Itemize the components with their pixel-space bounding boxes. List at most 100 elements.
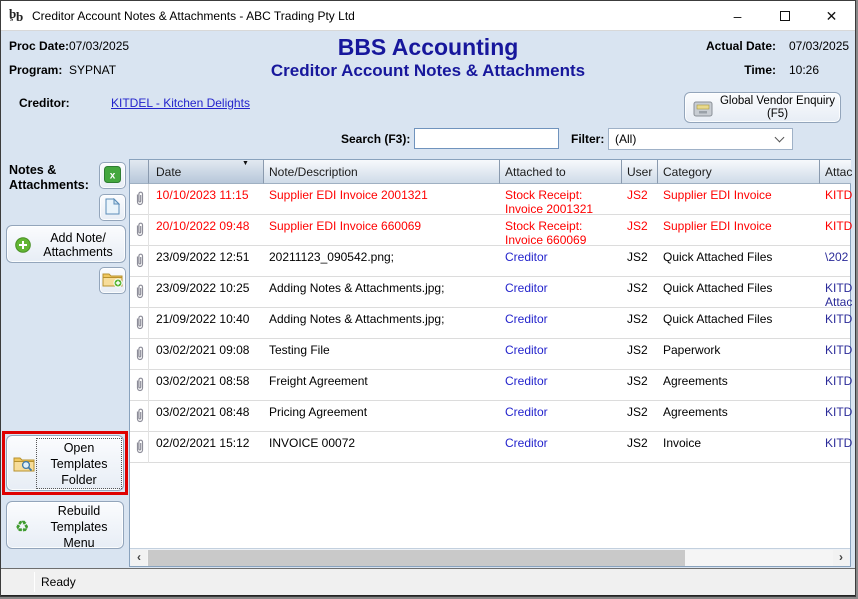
filter-dropdown[interactable]: (All) <box>608 128 793 150</box>
cell-attachment-path: KITD <box>820 370 852 401</box>
table-row[interactable]: 03/02/2021 09:08 Testing File Creditor J… <box>130 339 850 370</box>
cell-date: 20/10/2022 09:48 <box>149 215 264 246</box>
filter-label: Filter: <box>571 132 604 146</box>
column-header-user[interactable]: User <box>622 160 658 184</box>
cell-user: JS2 <box>622 432 658 463</box>
column-header-date[interactable]: Date▼ <box>149 160 264 184</box>
cell-category: Quick Attached Files <box>658 308 820 339</box>
cell-attachment-path: KITDAttac <box>820 277 852 308</box>
attach-folder-button[interactable] <box>99 267 126 294</box>
cell-note-description: Adding Notes & Attachments.jpg; <box>264 308 500 339</box>
close-icon: ✕ <box>826 8 838 25</box>
cell-category: Supplier EDI Invoice <box>658 215 820 246</box>
cell-category: Agreements <box>658 401 820 432</box>
cell-user: JS2 <box>622 246 658 277</box>
scroll-right-icon[interactable]: › <box>833 550 849 566</box>
table-body: 10/10/2023 11:15 Supplier EDI Invoice 20… <box>130 184 850 463</box>
cell-attached-to[interactable]: Creditor <box>500 339 622 370</box>
notes-table-panel: Date▼ Note/Description Attached to User … <box>129 159 851 567</box>
creditor-link[interactable]: KITDEL - Kitchen Delights <box>111 96 250 110</box>
add-note-label-line2: Attachments <box>43 245 112 259</box>
column-header-attachment-path[interactable]: Attac <box>820 160 851 184</box>
scrollbar-thumb[interactable] <box>148 550 685 566</box>
cell-note-description: Supplier EDI Invoice 2001321 <box>264 184 500 215</box>
cell-category: Agreements <box>658 370 820 401</box>
cell-user: JS2 <box>622 277 658 308</box>
add-note-label-line1: Add Note/ <box>50 231 106 245</box>
table-header-row: Date▼ Note/Description Attached to User … <box>130 160 850 184</box>
minimize-button[interactable]: – <box>714 1 761 31</box>
new-document-button[interactable] <box>99 194 126 221</box>
folder-search-icon <box>13 455 35 476</box>
cell-attached-to[interactable]: Creditor <box>500 401 622 432</box>
actual-date-value: 07/03/2025 <box>789 39 849 53</box>
cell-date: 23/09/2022 10:25 <box>149 277 264 308</box>
plus-circle-icon <box>15 237 31 256</box>
cell-note-description: 20211123_090542.png; <box>264 246 500 277</box>
cell-attached-to[interactable]: Stock Receipt:Invoice 660069 <box>500 215 622 246</box>
open-templates-folder-button[interactable]: Open Templates Folder <box>6 435 124 491</box>
table-row[interactable]: 02/02/2021 15:12 INVOICE 00072 Creditor … <box>130 432 850 463</box>
column-header-attached-to[interactable]: Attached to <box>500 160 622 184</box>
bbs-app-icon: bbs <box>9 6 27 25</box>
open-templates-folder-label: Open Templates Folder <box>37 439 121 488</box>
paperclip-icon <box>130 184 149 215</box>
screen-edge-sliver <box>1 595 855 597</box>
global-vendor-label: Global Vendor Enquiry <box>720 95 835 107</box>
cell-category: Supplier EDI Invoice <box>658 184 820 215</box>
table-row[interactable]: 20/10/2022 09:48 Supplier EDI Invoice 66… <box>130 215 850 246</box>
actual-date-label: Actual Date: <box>691 39 776 53</box>
cell-date: 02/02/2021 15:12 <box>149 432 264 463</box>
cell-attachment-path: KITD <box>820 308 852 339</box>
paperclip-icon <box>130 432 149 463</box>
column-header-category[interactable]: Category <box>658 160 820 184</box>
cell-user: JS2 <box>622 370 658 401</box>
cell-attached-to[interactable]: Creditor <box>500 432 622 463</box>
table-row[interactable]: 03/02/2021 08:58 Freight Agreement Credi… <box>130 370 850 401</box>
cell-user: JS2 <box>622 401 658 432</box>
cell-attachment-path: KITD <box>820 215 852 246</box>
cell-attached-to[interactable]: Creditor <box>500 246 622 277</box>
table-row[interactable]: 03/02/2021 08:48 Pricing Agreement Credi… <box>130 401 850 432</box>
cell-date: 21/09/2022 10:40 <box>149 308 264 339</box>
cell-attached-to[interactable]: Creditor <box>500 277 622 308</box>
folder-plus-icon <box>102 271 123 291</box>
global-vendor-key: (F5) <box>767 108 788 120</box>
minimize-icon: – <box>734 8 742 24</box>
card-file-icon <box>693 101 713 120</box>
export-excel-button[interactable]: x <box>99 162 126 189</box>
cell-attached-to[interactable]: Creditor <box>500 370 622 401</box>
paperclip-icon <box>130 246 149 277</box>
column-header-attachment[interactable] <box>130 160 149 184</box>
status-bar: Ready <box>1 568 855 595</box>
rebuild-templates-menu-button[interactable]: ♻ Rebuild Templates Menu <box>6 501 124 549</box>
global-vendor-enquiry-button[interactable]: Global Vendor Enquiry (F5) <box>684 92 841 123</box>
cell-category: Invoice <box>658 432 820 463</box>
svg-text:x: x <box>110 170 116 181</box>
table-row[interactable]: 23/09/2022 10:25 Adding Notes & Attachme… <box>130 277 850 308</box>
table-row[interactable]: 10/10/2023 11:15 Supplier EDI Invoice 20… <box>130 184 850 215</box>
cell-attachment-path: KITD <box>820 184 852 215</box>
scroll-left-icon[interactable]: ‹ <box>131 550 147 566</box>
cell-attachment-path: KITD <box>820 401 852 432</box>
cell-note-description: Freight Agreement <box>264 370 500 401</box>
cell-attached-to[interactable]: Creditor <box>500 308 622 339</box>
cell-attached-to[interactable]: Stock Receipt:Invoice 2001321 <box>500 184 622 215</box>
chevron-down-icon <box>775 133 785 143</box>
add-note-attachments-button[interactable]: Add Note/ Attachments <box>6 225 126 263</box>
close-button[interactable]: ✕ <box>808 1 855 31</box>
search-input[interactable] <box>414 128 559 149</box>
search-label: Search (F3): <box>341 132 410 146</box>
table-row[interactable]: 23/09/2022 12:51 20211123_090542.png; Cr… <box>130 246 850 277</box>
cell-attachment-path: KITD <box>820 432 852 463</box>
horizontal-scrollbar[interactable]: ‹ › <box>130 548 850 566</box>
status-text: Ready <box>41 575 76 589</box>
cell-date: 03/02/2021 08:58 <box>149 370 264 401</box>
cell-note-description: Testing File <box>264 339 500 370</box>
column-header-note-description[interactable]: Note/Description <box>264 160 500 184</box>
table-row[interactable]: 21/09/2022 10:40 Adding Notes & Attachme… <box>130 308 850 339</box>
paperclip-icon <box>130 339 149 370</box>
maximize-button[interactable] <box>761 1 808 31</box>
cell-category: Paperwork <box>658 339 820 370</box>
title-bar: bbs Creditor Account Notes & Attachments… <box>1 1 855 31</box>
